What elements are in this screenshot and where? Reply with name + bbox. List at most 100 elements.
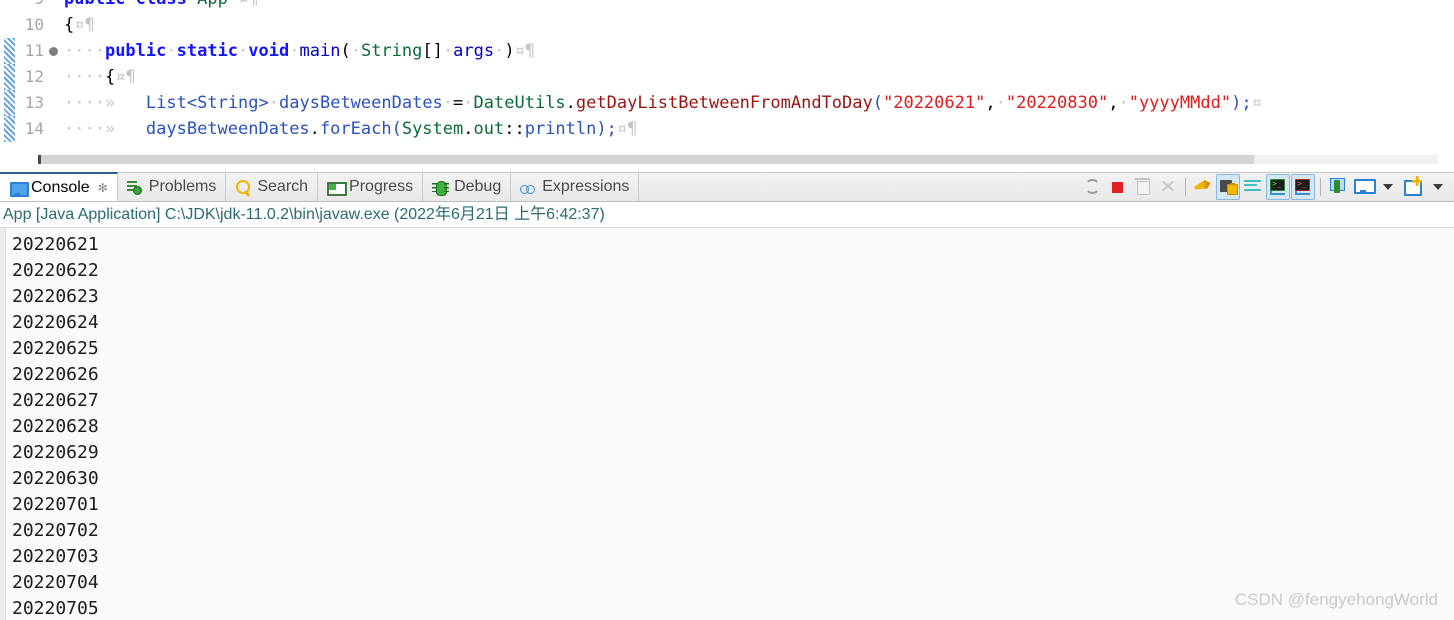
code-token: · xyxy=(350,41,361,61)
tab-debug[interactable]: Debug xyxy=(423,173,512,201)
code-line[interactable]: 13 ····» List<String>·daysBetweenDates·=·… xyxy=(0,90,1454,116)
show-console-on-output-icon[interactable] xyxy=(1266,174,1290,200)
code-token: · xyxy=(238,41,249,61)
code-token: ····» xyxy=(64,93,116,113)
console-toolbar xyxy=(1081,173,1454,201)
console-output-line: 20220625 xyxy=(12,338,99,359)
line-number: 14 xyxy=(24,119,44,138)
tab-label: Progress xyxy=(349,178,414,195)
code-text[interactable]: public·class·App·¤¶ xyxy=(60,0,259,12)
console-output-line: 20220624 xyxy=(12,312,99,333)
tab-problems[interactable]: Problems xyxy=(118,173,227,201)
show-console-on-error-icon-glyph xyxy=(1295,178,1310,191)
code-token: App xyxy=(197,0,228,9)
code-token: public xyxy=(64,0,125,9)
eclipse-ide-window: 9public·class·App·¤¶10{¤¶11····public·st… xyxy=(0,0,1454,620)
code-text[interactable]: ····» daysBetweenDates.forEach(System.ou… xyxy=(60,116,637,142)
code-token: . xyxy=(565,93,576,113)
word-wrap-icon-glyph xyxy=(1244,180,1261,191)
code-token: main xyxy=(299,41,341,61)
display-selected-console-dropdown-icon[interactable] xyxy=(1376,174,1400,200)
change-bar-gutter xyxy=(0,116,16,142)
toolbar-separator xyxy=(1320,178,1321,196)
code-token: ; xyxy=(606,119,617,139)
display-selected-console-icon[interactable] xyxy=(1351,174,1375,200)
console-output-line: 20220621 xyxy=(12,234,99,255)
refresh-icon[interactable] xyxy=(1081,174,1105,200)
code-token: · xyxy=(268,93,280,113)
console-output-line: 20220627 xyxy=(12,390,99,411)
tab-label: Debug xyxy=(454,178,502,195)
search-icon xyxy=(235,179,252,196)
expressions-icon xyxy=(520,179,537,196)
line-number: 12 xyxy=(24,67,44,86)
code-token: ( xyxy=(872,93,883,113)
line-number: 11 xyxy=(24,41,44,60)
terminate-icon[interactable] xyxy=(1106,174,1130,200)
console-output-line: 20220629 xyxy=(12,442,99,463)
tab-search[interactable]: Search xyxy=(226,173,319,201)
code-line[interactable]: 12 ····{¤¶ xyxy=(0,64,1454,90)
word-wrap-icon[interactable] xyxy=(1241,174,1265,200)
console-output-area[interactable]: 20220621 20220622 20220623 20220624 20220625… xyxy=(0,228,1454,620)
problems-icon xyxy=(126,179,144,196)
code-token: "20220830" xyxy=(1005,93,1109,113)
code-line[interactable]: 9public·class·App·¤¶ xyxy=(0,0,1454,12)
code-token: System xyxy=(401,119,464,139)
change-bar-gutter xyxy=(0,90,16,116)
close-icon[interactable]: ✻ xyxy=(98,181,108,195)
change-bar-gutter xyxy=(0,12,16,38)
code-token: getDayListBetweenFromAndToDay xyxy=(575,93,873,113)
code-token: "20220621" xyxy=(882,93,986,113)
code-text[interactable]: ····{¤¶ xyxy=(60,64,136,90)
code-line[interactable]: 10 {¤¶ xyxy=(0,12,1454,38)
code-line[interactable]: 14 ····» daysBetweenDates.forEach(System.… xyxy=(0,116,1454,142)
remove-launch-icon[interactable] xyxy=(1131,174,1155,200)
code-token: ¤¶ xyxy=(74,15,95,35)
show-console-on-output-icon-glyph xyxy=(1270,178,1285,191)
code-text[interactable]: {¤¶ xyxy=(60,12,95,38)
code-text[interactable]: ····» List<String>·daysBetweenDates·=·Da… xyxy=(60,90,1262,116)
line-number: 13 xyxy=(24,93,44,112)
tab-expressions[interactable]: Expressions xyxy=(511,173,640,201)
console-output-line: 20220622 xyxy=(12,260,99,281)
code-token: ¤¶ xyxy=(514,41,536,61)
code-token: · xyxy=(289,41,300,61)
clear-console-icon[interactable] xyxy=(1191,174,1215,200)
change-bar-marker xyxy=(4,64,15,90)
code-token: ···· xyxy=(64,67,105,87)
tab-progress[interactable]: Progress xyxy=(318,173,424,201)
progress-icon xyxy=(327,179,348,196)
code-lines: 9public·class·App·¤¶10{¤¶11····public·st… xyxy=(0,0,1454,142)
code-token: out xyxy=(473,119,505,139)
pin-console-icon[interactable] xyxy=(1326,174,1350,200)
console-process-header: App [Java Application] C:\JDK\jdk-11.0.2… xyxy=(0,202,1454,228)
code-token: void xyxy=(248,41,290,61)
editor-horizontal-scrollbar-thumb[interactable] xyxy=(38,155,1254,164)
code-token: String xyxy=(197,93,259,113)
scroll-lock-icon[interactable] xyxy=(1216,174,1240,200)
code-token: public xyxy=(104,41,167,61)
code-token: · xyxy=(166,41,177,61)
remove-all-launches-icon[interactable] xyxy=(1156,174,1180,200)
code-token: :: xyxy=(504,119,525,139)
code-token: String xyxy=(360,41,423,61)
open-console-dropdown-icon[interactable] xyxy=(1426,174,1450,200)
code-token: ¤¶ xyxy=(616,119,638,139)
code-line[interactable]: 11 ····public·static·void·main(·String[]·… xyxy=(0,38,1454,64)
code-token: "yyyyMMdd" xyxy=(1128,93,1232,113)
tab-console[interactable]: Console ✻ xyxy=(0,172,118,201)
monitor-icon xyxy=(9,180,29,197)
java-source-editor[interactable]: 9public·class·App·¤¶10{¤¶11····public·st… xyxy=(0,0,1454,172)
code-text[interactable]: ····public·static·void·main(·String[]·ar… xyxy=(60,38,535,64)
show-console-on-error-icon[interactable] xyxy=(1291,174,1315,200)
open-console-icon[interactable] xyxy=(1401,174,1425,200)
code-token: · xyxy=(442,93,454,113)
code-token: DateUtils xyxy=(473,93,566,113)
code-token: ¤ xyxy=(1251,93,1262,113)
line-number: 10 xyxy=(24,15,44,34)
code-token: = xyxy=(453,93,464,113)
breakpoint-marker[interactable] xyxy=(46,46,60,56)
code-token: daysBetweenDates xyxy=(145,119,310,139)
